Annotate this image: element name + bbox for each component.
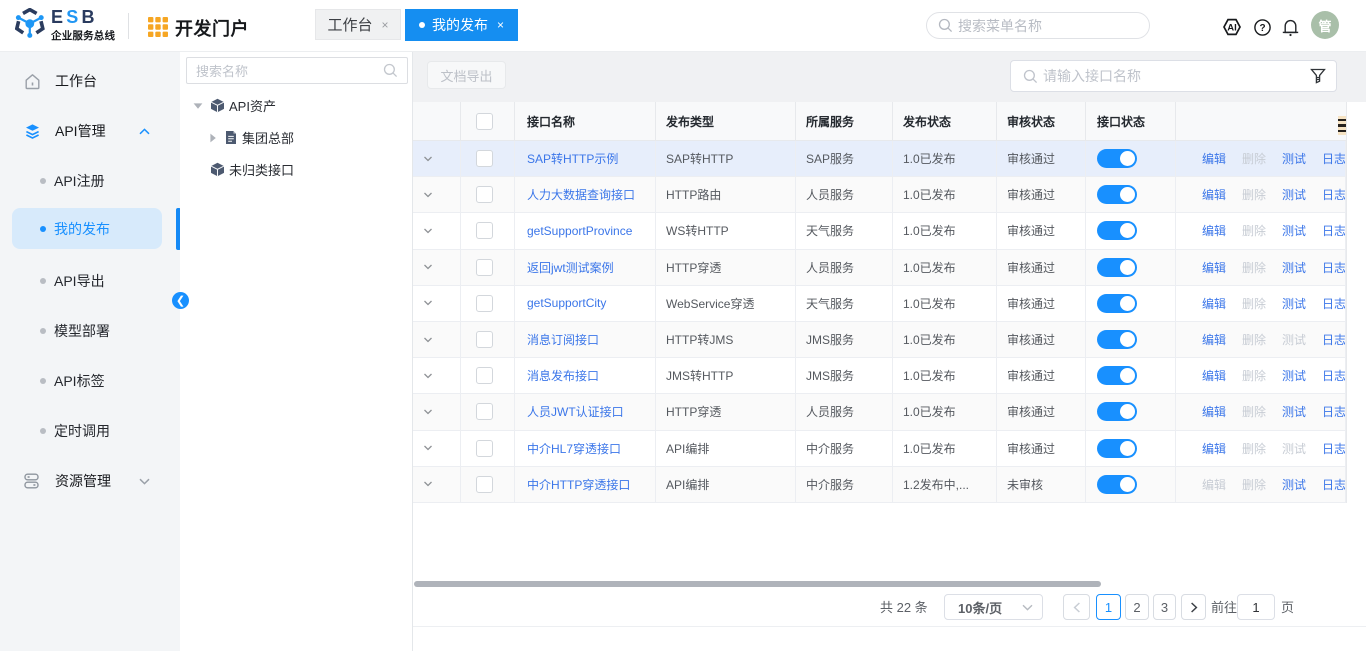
svg-text:?: ? [1259,23,1265,34]
svg-text:AI: AI [1227,23,1237,34]
